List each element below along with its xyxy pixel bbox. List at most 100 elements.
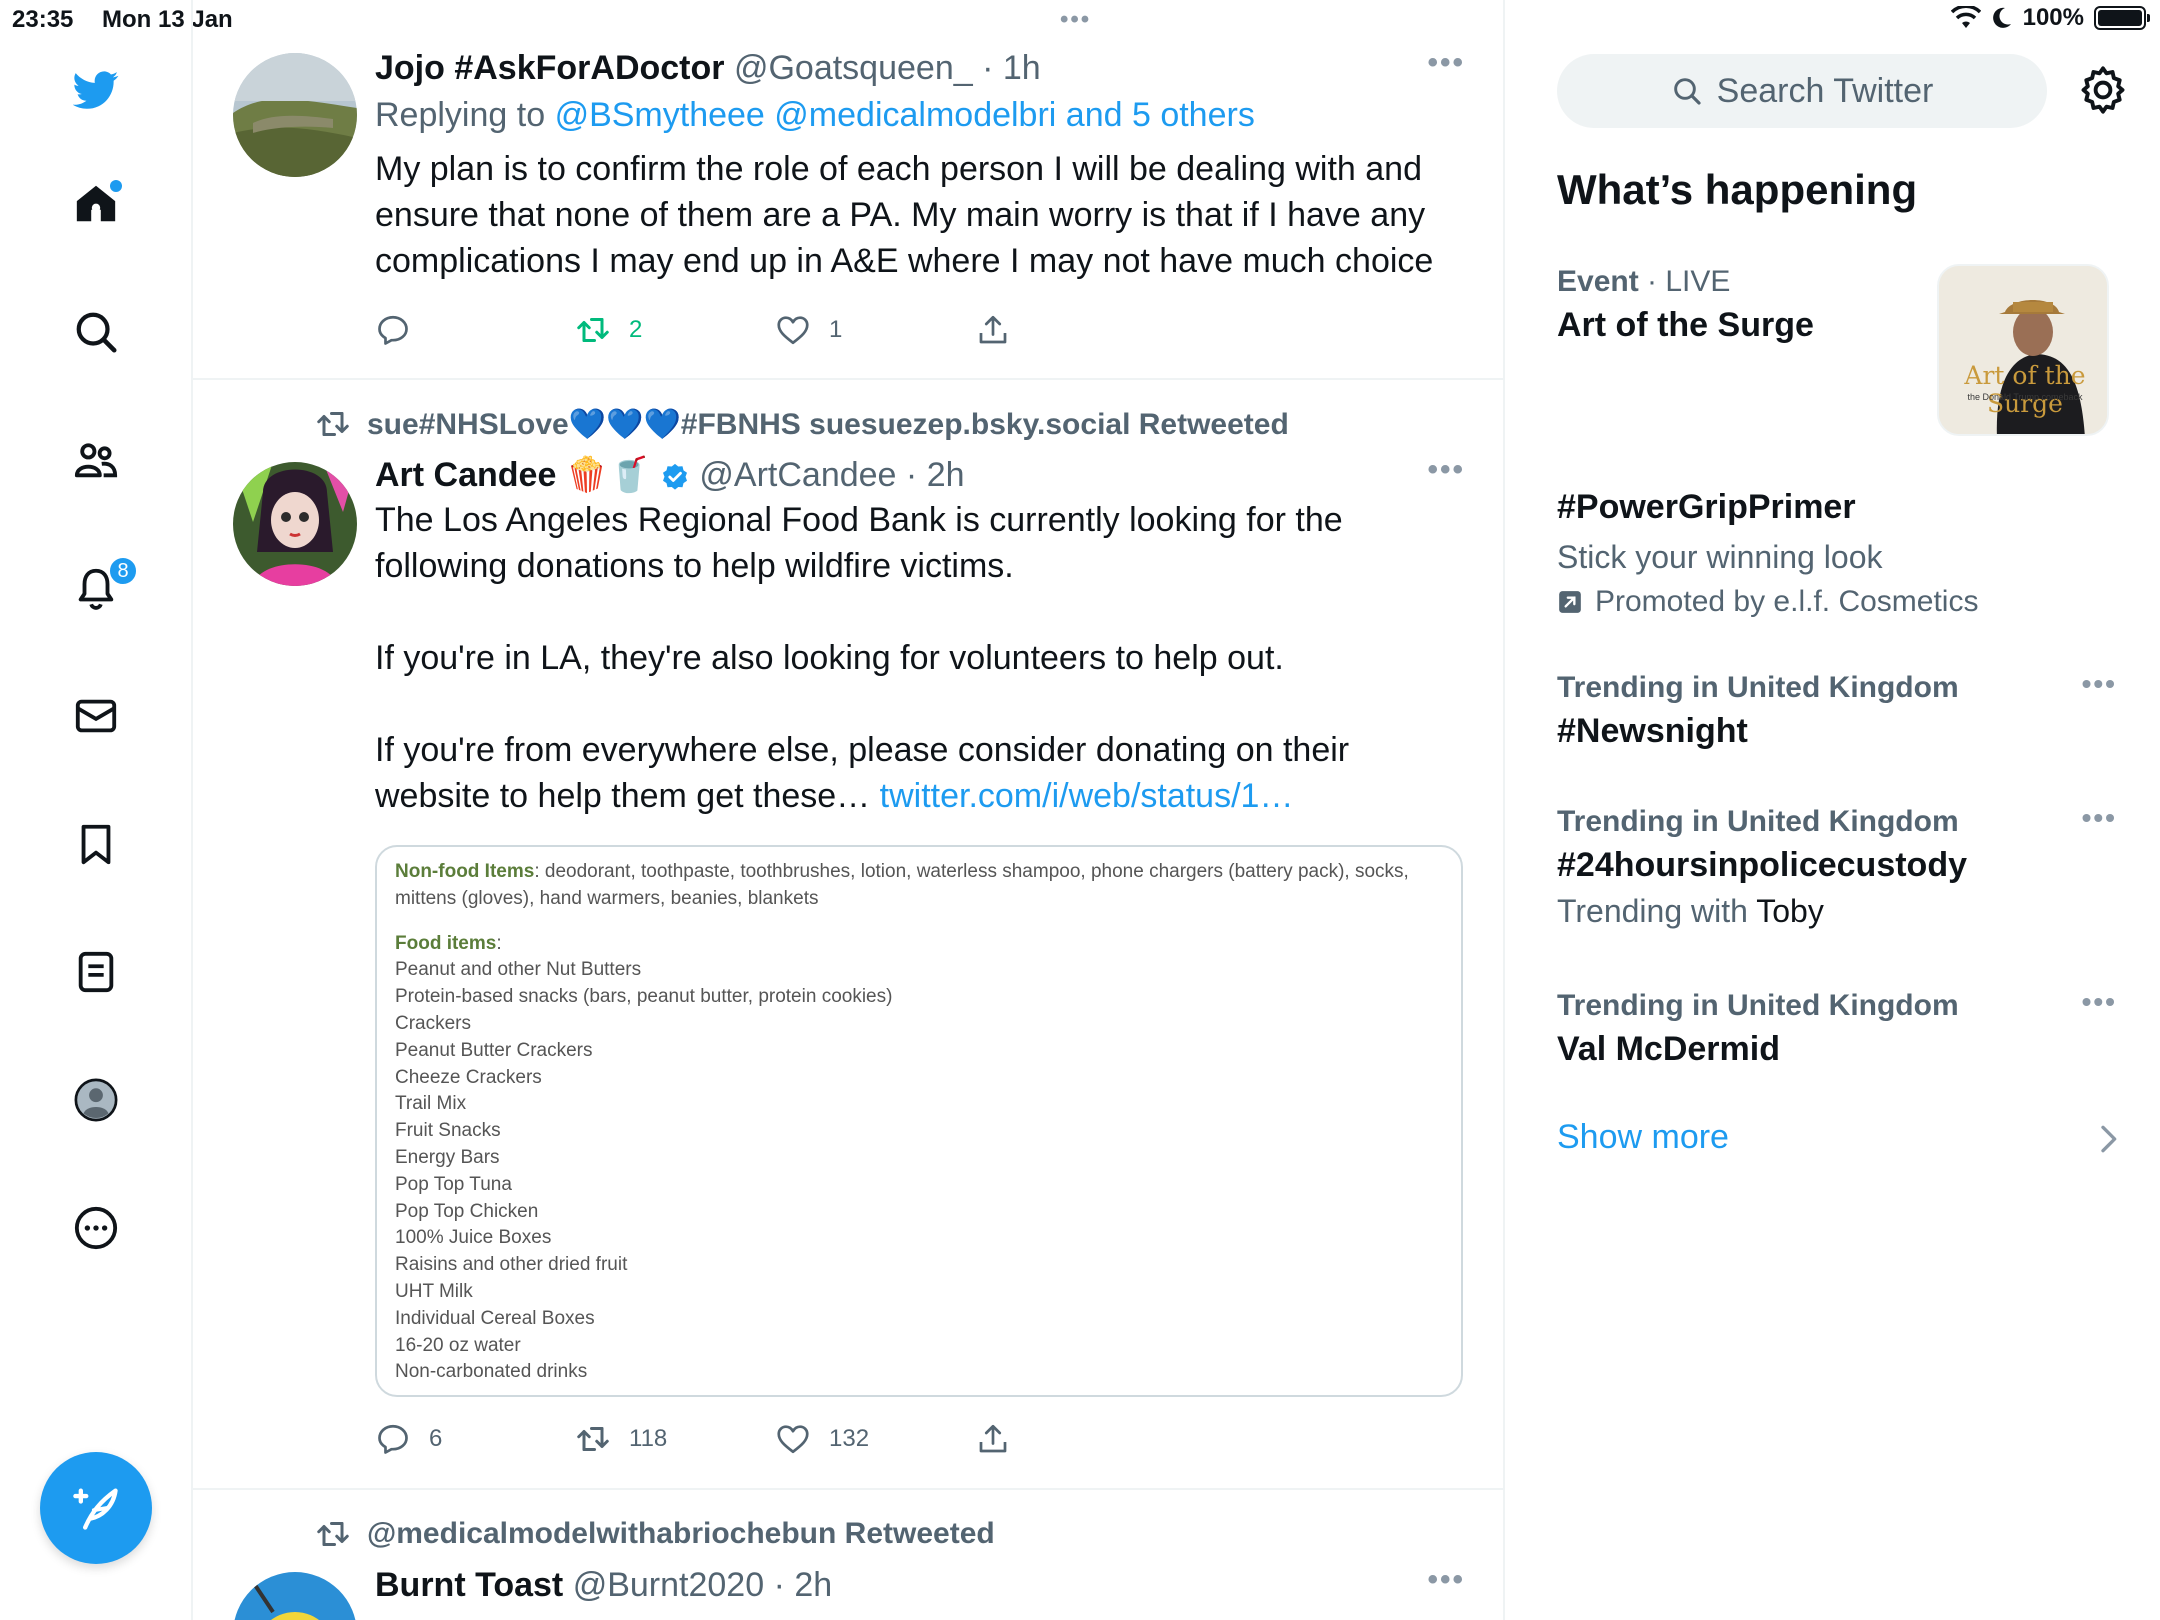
promoted-hashtag: #PowerGripPrimer	[1557, 488, 1856, 526]
more-icon	[74, 1206, 118, 1250]
tweet-time[interactable]: · 1h	[982, 49, 1041, 87]
author-handle[interactable]: @Burnt2020	[573, 1566, 764, 1604]
tweet-link[interactable]: twitter.com/i/web/status/1…	[880, 777, 1294, 815]
retweet-icon	[317, 1522, 349, 1546]
author-handle[interactable]: @ArtCandee	[699, 456, 896, 494]
nav-messages[interactable]	[60, 680, 132, 752]
nav-bookmarks[interactable]	[60, 808, 132, 880]
retweet-icon	[317, 412, 349, 436]
trend-meta: Trending in United Kingdom	[1557, 805, 1959, 838]
avatar[interactable]	[233, 53, 357, 177]
show-more-link[interactable]: Show more	[1557, 1118, 1729, 1157]
chevron-right-icon[interactable]	[2097, 1124, 2119, 1154]
event-item[interactable]: Event · LIVE Art of the Surge	[1557, 262, 1937, 348]
nav-notifications[interactable]: 8	[60, 552, 138, 624]
tweet-actions: 2 1	[375, 305, 1075, 355]
trend-context-value[interactable]: Toby	[1756, 893, 1824, 929]
event-thumbnail-subtitle: the Donald Trump comeback	[1967, 392, 2083, 402]
nav-explore[interactable]	[60, 296, 132, 368]
nav-more[interactable]	[60, 1192, 132, 1264]
author-name[interactable]: Art Candee	[375, 456, 556, 494]
tweet-text: The Los Angeles Regional Food Bank is cu…	[375, 497, 1465, 819]
replying-to-users[interactable]: @BSmytheee @medicalmodelbri and 5 others	[555, 96, 1255, 134]
like-icon	[777, 1425, 809, 1454]
tweet-more-icon[interactable]: •••	[1427, 1563, 1465, 1597]
nav-profile[interactable]	[60, 1064, 132, 1136]
food-label: Food items	[395, 932, 497, 954]
verified-icon	[662, 463, 687, 490]
retweeted-by[interactable]: sue#NHSLove💙💙💙#FBNHS suesuezep.bsky.soci…	[315, 406, 1289, 442]
food-item: Peanut Butter Crackers	[395, 1039, 593, 1061]
event-label: Event	[1557, 265, 1639, 298]
lists-icon	[78, 951, 114, 993]
nav-communities[interactable]	[60, 424, 132, 496]
communities-icon	[74, 443, 118, 478]
attached-image-card[interactable]: Non-food Items: deodorant, toothpaste, t…	[375, 845, 1463, 1397]
tweet-time[interactable]: · 2h	[906, 456, 965, 494]
tweet[interactable]: sue#NHSLove💙💙💙#FBNHS suesuezep.bsky.soci…	[193, 380, 1503, 1490]
promoted-trend[interactable]: #PowerGripPrimer Stick your winning look…	[1557, 484, 2117, 624]
trend-more-icon[interactable]: •••	[2082, 986, 2117, 1018]
avatar[interactable]	[233, 462, 357, 586]
tweet-time[interactable]: · 2h	[774, 1566, 833, 1604]
reply-button[interactable]: 6	[375, 1414, 442, 1464]
trend-item[interactable]: Trending in United Kingdom #24hoursinpol…	[1557, 802, 2117, 934]
right-sidebar: Search Twitter What’s happening Event · …	[1507, 0, 2160, 1620]
food-item: Cheeze Crackers	[395, 1066, 542, 1088]
food-item: Protein-based snacks (bars, peanut butte…	[395, 986, 893, 1008]
food-item: Energy Bars	[395, 1146, 500, 1168]
tweet-more-icon[interactable]: •••	[1427, 453, 1465, 487]
trend-more-icon[interactable]: •••	[2082, 668, 2117, 700]
food-item: Fruit Snacks	[395, 1120, 501, 1142]
search-input[interactable]: Search Twitter	[1557, 54, 2047, 128]
author-name[interactable]: Burnt Toast	[375, 1566, 563, 1604]
trend-context-prefix: Trending with	[1557, 893, 1748, 929]
left-navigation: 8	[0, 0, 193, 1620]
tweet-header: Art Candee 🍿🥤 @ArtCandee · 2h	[375, 453, 1465, 497]
like-icon	[777, 316, 809, 345]
retweet-button[interactable]: 2	[575, 305, 642, 355]
food-section-heading: Food items:	[395, 932, 502, 954]
tweet[interactable]: @medicalmodelwithabriochebun Retweeted B…	[193, 1490, 1503, 1620]
retweet-button[interactable]: 118	[575, 1414, 667, 1464]
gear-icon[interactable]	[2077, 64, 2129, 116]
replying-to: Replying to @BSmytheee @medicalmodelbri …	[375, 90, 1465, 140]
search-icon	[76, 312, 117, 353]
replying-prefix: Replying to	[375, 96, 546, 134]
nav-lists[interactable]	[60, 936, 132, 1008]
promoted-icon	[1559, 591, 1581, 613]
avatar[interactable]	[233, 1572, 357, 1620]
like-button[interactable]: 1	[775, 305, 842, 355]
trend-more-icon[interactable]: •••	[2082, 802, 2117, 834]
tweet-body: Art Candee 🍿🥤 @ArtCandee · 2h ••• The Lo…	[375, 453, 1465, 819]
bookmark-icon	[81, 824, 111, 865]
tweet[interactable]: Jojo #AskForADoctor @Goatsqueen_ · 1h ••…	[193, 0, 1503, 380]
trend-name: #Newsnight	[1557, 712, 1748, 750]
reply-button[interactable]	[375, 305, 411, 355]
share-button[interactable]	[975, 1414, 1011, 1464]
promoted-by: Promoted by e.l.f. Cosmetics	[1557, 580, 2117, 624]
twitter-logo-icon[interactable]	[60, 54, 132, 126]
event-thumbnail[interactable]: Art of the Surge the Donald Trump comeba…	[1937, 264, 2109, 436]
share-icon	[979, 1424, 1007, 1453]
notification-count-badge: 8	[108, 556, 138, 586]
food-item: Pop Top Chicken	[395, 1200, 539, 1222]
nav-home[interactable]	[60, 168, 132, 240]
author-handle[interactable]: @Goatsqueen_	[734, 49, 973, 87]
search-icon	[1673, 78, 1701, 105]
share-button[interactable]	[975, 305, 1011, 355]
tweet-text: My plan is to confirm the role of each p…	[375, 150, 1434, 280]
trend-item[interactable]: Trending in United Kingdom Val McDermid …	[1557, 986, 2117, 1072]
tweet-header: Burnt Toast @Burnt2020 · 2h	[375, 1563, 1465, 1607]
trend-item[interactable]: Trending in United Kingdom #Newsnight ••…	[1557, 668, 2117, 754]
event-status: · LIVE	[1647, 265, 1731, 298]
event-meta: Event · LIVE	[1557, 262, 1937, 302]
retweeted-by[interactable]: @medicalmodelwithabriochebun Retweeted	[315, 1516, 995, 1552]
like-button[interactable]: 132	[775, 1414, 869, 1464]
author-name[interactable]: Jojo #AskForADoctor	[375, 49, 725, 87]
profile-icon	[74, 1078, 118, 1122]
tweet-more-icon[interactable]: •••	[1427, 46, 1465, 80]
food-item: 100% Juice Boxes	[395, 1227, 552, 1249]
compose-tweet-button[interactable]	[40, 1452, 152, 1564]
tweet-body: Burnt Toast @Burnt2020 · 2h •••	[375, 1563, 1465, 1607]
